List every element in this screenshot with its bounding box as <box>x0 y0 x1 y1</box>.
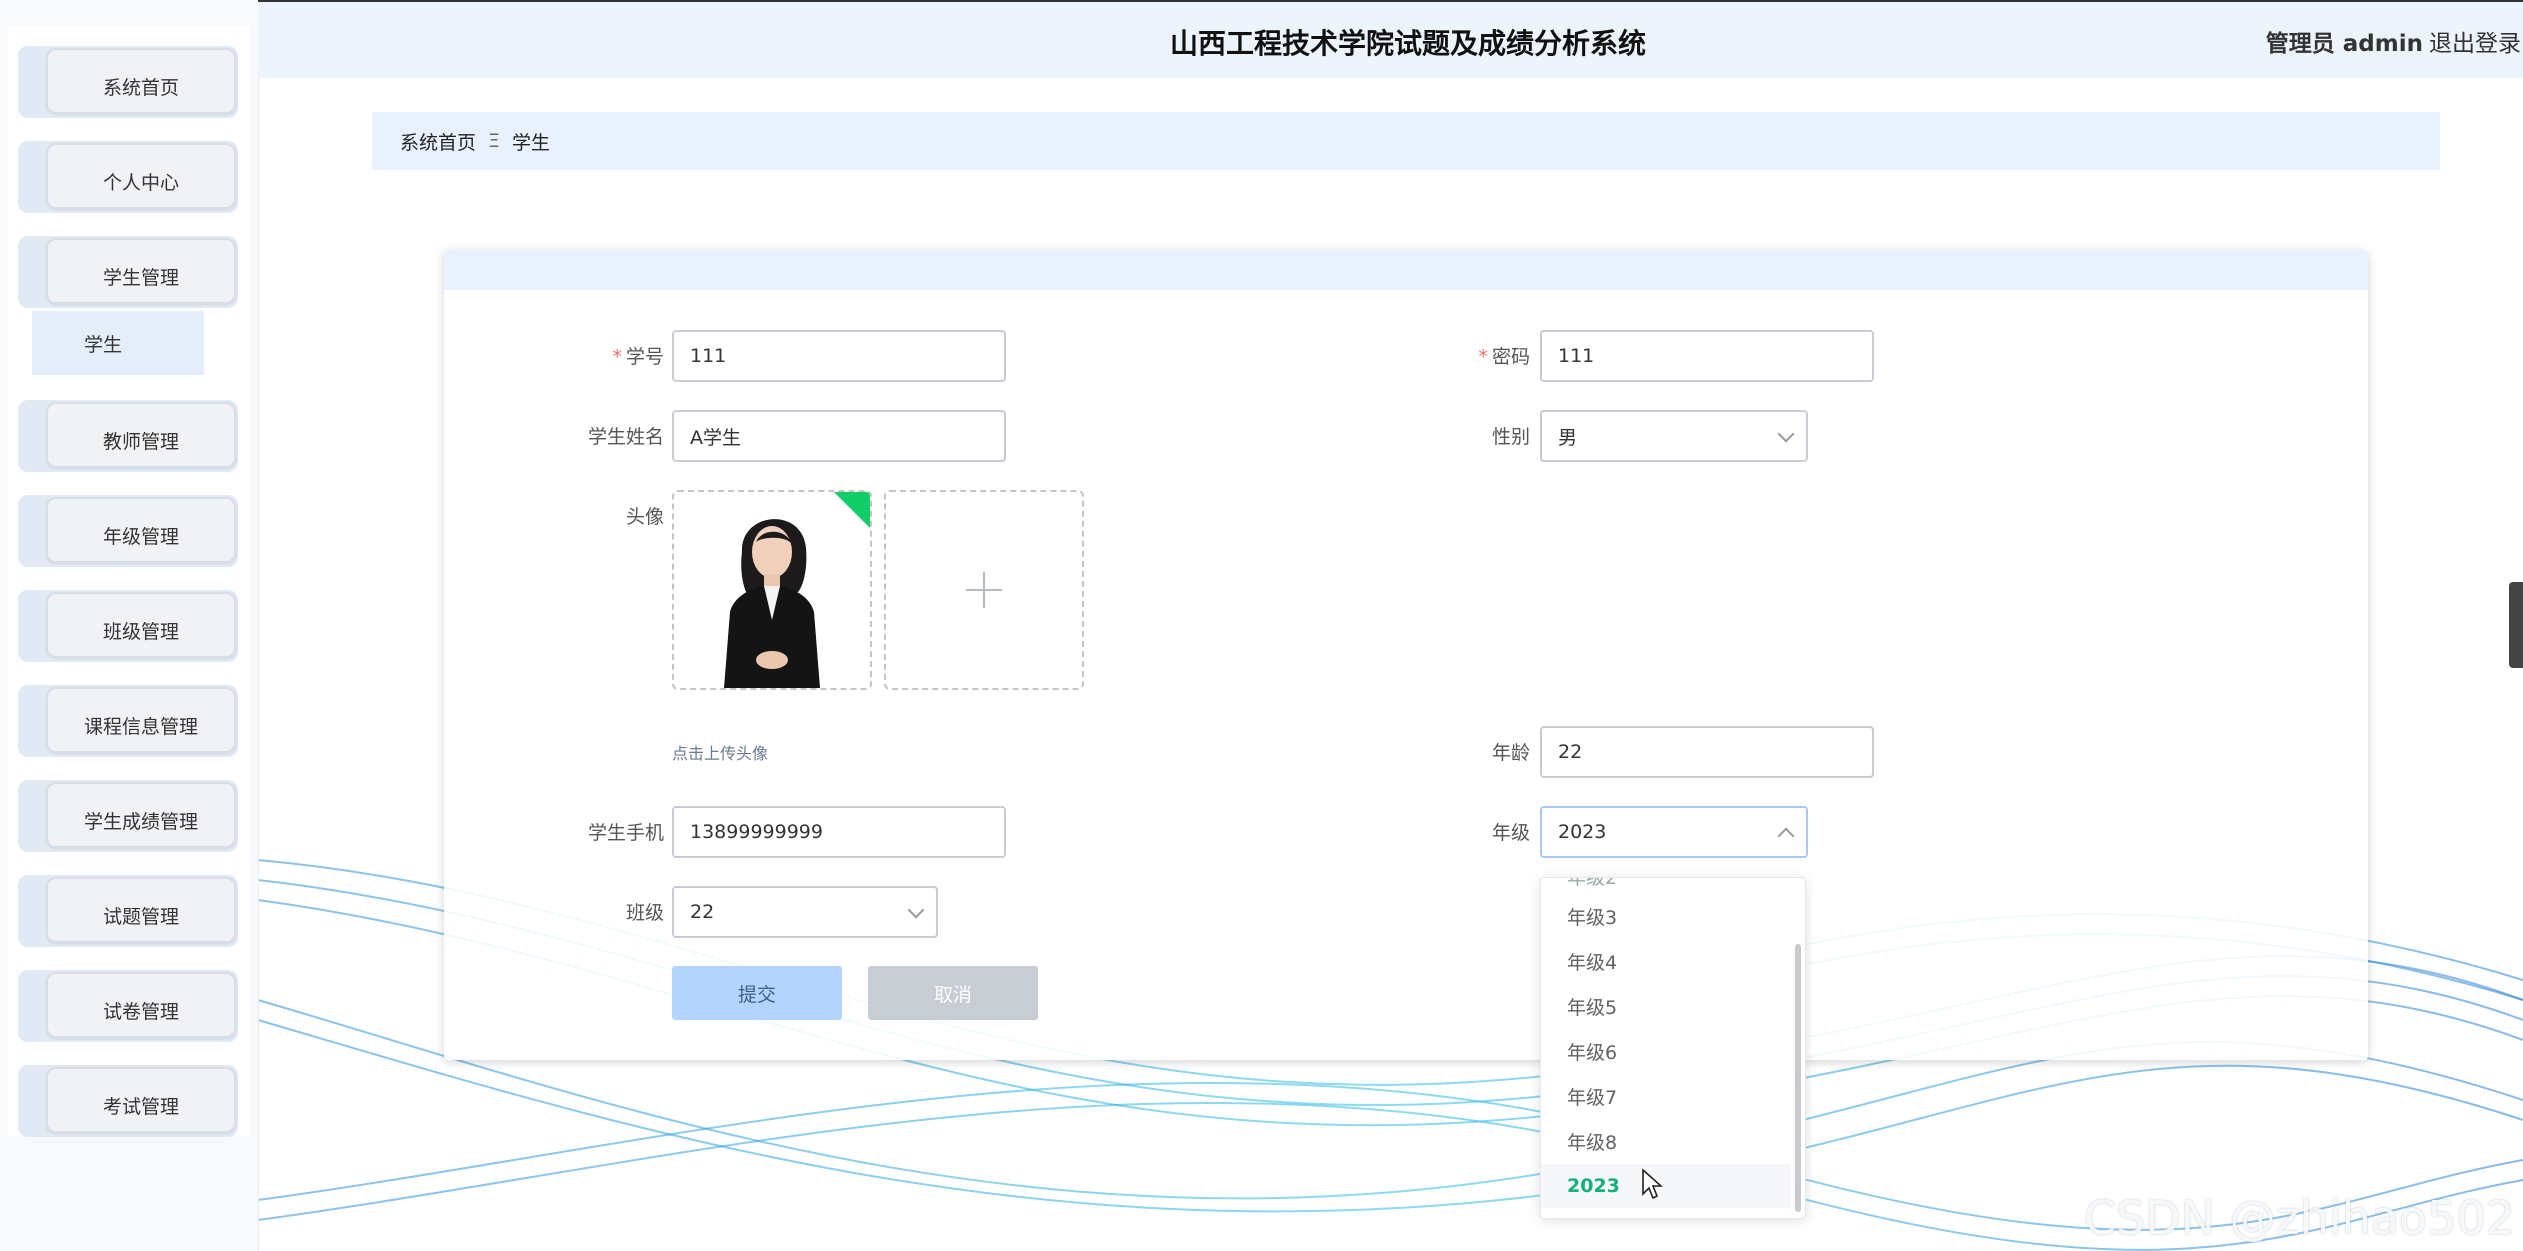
avatar-preview[interactable] <box>672 490 872 690</box>
card-header <box>444 250 2368 290</box>
age-input[interactable]: 22 <box>1540 726 1874 778</box>
age-label: 年龄 <box>1491 742 1530 764</box>
sidebar-item-label: 教师管理 <box>46 402 236 468</box>
student-form-card: * 学号 111 * 密码 111 学生姓名 A学生 性别 男 头像 点击上传头… <box>444 250 2368 1060</box>
sidebar-item-label: 试题管理 <box>46 877 236 943</box>
student-no-label: * 学号 <box>612 346 664 368</box>
dropdown-option[interactable]: 年级3 <box>1541 894 1791 938</box>
dropdown-option[interactable]: 年级7 <box>1541 1074 1791 1118</box>
breadcrumb-current: 学生 <box>512 131 551 154</box>
breadcrumb-separator: Ξ <box>488 130 501 152</box>
grade-label: 年级 <box>1491 822 1530 844</box>
gender-select-value: 男 <box>1558 426 1578 449</box>
breadcrumb-home[interactable]: 系统首页 <box>400 128 476 155</box>
chevron-down-icon <box>1777 425 1795 443</box>
user-label: 管理员 admin <box>2265 31 2423 57</box>
sidebar-item-question-management[interactable]: 试题管理 <box>18 875 238 947</box>
plus-icon <box>966 572 1002 608</box>
sidebar-item-label: 班级管理 <box>46 592 236 658</box>
chevron-up-icon <box>1777 827 1795 845</box>
sidebar-item-label: 系统首页 <box>46 48 236 114</box>
dropdown-option[interactable]: 年级8 <box>1541 1119 1791 1163</box>
submit-button[interactable]: 提交 <box>672 966 842 1020</box>
student-name-input[interactable]: A学生 <box>672 410 1006 462</box>
sidebar-item-exam-management[interactable]: 考试管理 <box>18 1065 238 1137</box>
sidebar-item-paper-management[interactable]: 试卷管理 <box>18 970 238 1042</box>
avatar-label: 头像 <box>625 506 664 528</box>
sidebar-item-label: 试卷管理 <box>46 972 236 1038</box>
required-mark: * <box>1478 346 1488 368</box>
logout-link[interactable]: 退出登录 <box>2429 24 2521 58</box>
watermark: CSDN @zhihao502 <box>2083 1191 2515 1245</box>
top-header: 山西工程技术学院试题及成绩分析系统 管理员 admin 退出登录 <box>258 0 2523 78</box>
sidebar-item-course-management[interactable]: 课程信息管理 <box>18 685 238 757</box>
breadcrumb: 系统首页 Ξ 学生 <box>372 112 2440 170</box>
grade-dropdown: 年级2 年级3 年级4 年级5 年级6 年级7 年级8 2023 <box>1540 877 1806 1219</box>
class-select-value: 22 <box>690 901 715 923</box>
sidebar-item-label: 课程信息管理 <box>46 687 236 753</box>
sidebar-item-label: 考试管理 <box>46 1067 236 1133</box>
grade-select-value: 2023 <box>1558 821 1607 843</box>
sidebar-item-score-management[interactable]: 学生成绩管理 <box>18 780 238 852</box>
dropdown-option[interactable]: 年级4 <box>1541 939 1791 983</box>
right-edge-handle[interactable] <box>2509 582 2523 668</box>
sidebar-item-teacher-management[interactable]: 教师管理 <box>18 400 238 472</box>
password-label: * 密码 <box>1478 346 1530 368</box>
cancel-button[interactable]: 取消 <box>868 966 1038 1020</box>
app-title: 山西工程技术学院试题及成绩分析系统 <box>1169 27 1646 60</box>
student-no-input[interactable]: 111 <box>672 330 1006 382</box>
class-label: 班级 <box>625 902 664 924</box>
sidebar-item-class-management[interactable]: 班级管理 <box>18 590 238 662</box>
password-input[interactable]: 111 <box>1540 330 1874 382</box>
class-select[interactable]: 22 <box>672 886 938 938</box>
dropdown-option[interactable]: 年级5 <box>1541 984 1791 1028</box>
required-mark: * <box>612 346 622 368</box>
dropdown-option-selected[interactable]: 2023 <box>1541 1164 1791 1208</box>
avatar-upload-hint: 点击上传头像 <box>672 744 769 763</box>
sidebar-item-grade-management[interactable]: 年级管理 <box>18 495 238 567</box>
sidebar-subitem-student[interactable]: 学生 <box>32 311 204 375</box>
grade-select[interactable]: 2023 <box>1540 806 1808 858</box>
gender-select[interactable]: 男 <box>1540 410 1808 462</box>
sidebar: 系统首页 个人中心 学生管理 学生 教师管理 年级管理 班级管理 课程信息管理 … <box>0 0 259 1251</box>
phone-input[interactable]: 13899999999 <box>672 806 1006 858</box>
avatar-upload-button[interactable] <box>884 490 1084 690</box>
sidebar-item-profile[interactable]: 个人中心 <box>18 141 238 213</box>
dropdown-option[interactable]: 年级6 <box>1541 1029 1791 1073</box>
sidebar-item-home[interactable]: 系统首页 <box>18 46 238 118</box>
upload-success-badge <box>832 492 870 530</box>
chevron-down-icon <box>907 901 925 919</box>
student-name-label: 学生姓名 <box>587 426 664 448</box>
sidebar-item-label: 年级管理 <box>46 497 236 563</box>
phone-label: 学生手机 <box>587 822 664 844</box>
gender-label: 性别 <box>1491 426 1530 448</box>
sidebar-item-label: 个人中心 <box>46 143 236 209</box>
sidebar-item-label: 学生管理 <box>46 238 236 304</box>
dropdown-scrollbar[interactable] <box>1795 944 1801 1212</box>
sidebar-item-label: 学生成绩管理 <box>46 782 236 848</box>
mouse-cursor-icon <box>1642 1168 1663 1200</box>
sidebar-item-student-management[interactable]: 学生管理 <box>18 236 238 308</box>
